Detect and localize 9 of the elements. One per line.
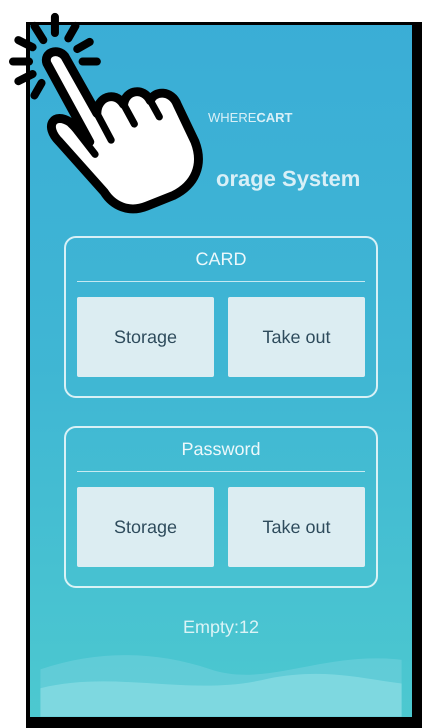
empty-count: Empty:12 (182, 616, 260, 640)
action-button[interactable]: Storage (77, 297, 214, 378)
action-button[interactable]: Take out (228, 297, 365, 378)
action-button[interactable]: Storage (77, 487, 214, 568)
brand-logo: WHERECART (208, 109, 292, 128)
panel-title: Password (181, 438, 261, 462)
action-button[interactable]: Take out (228, 487, 365, 568)
page-title: orage System (216, 166, 360, 191)
panel-title: CARD (195, 248, 246, 272)
